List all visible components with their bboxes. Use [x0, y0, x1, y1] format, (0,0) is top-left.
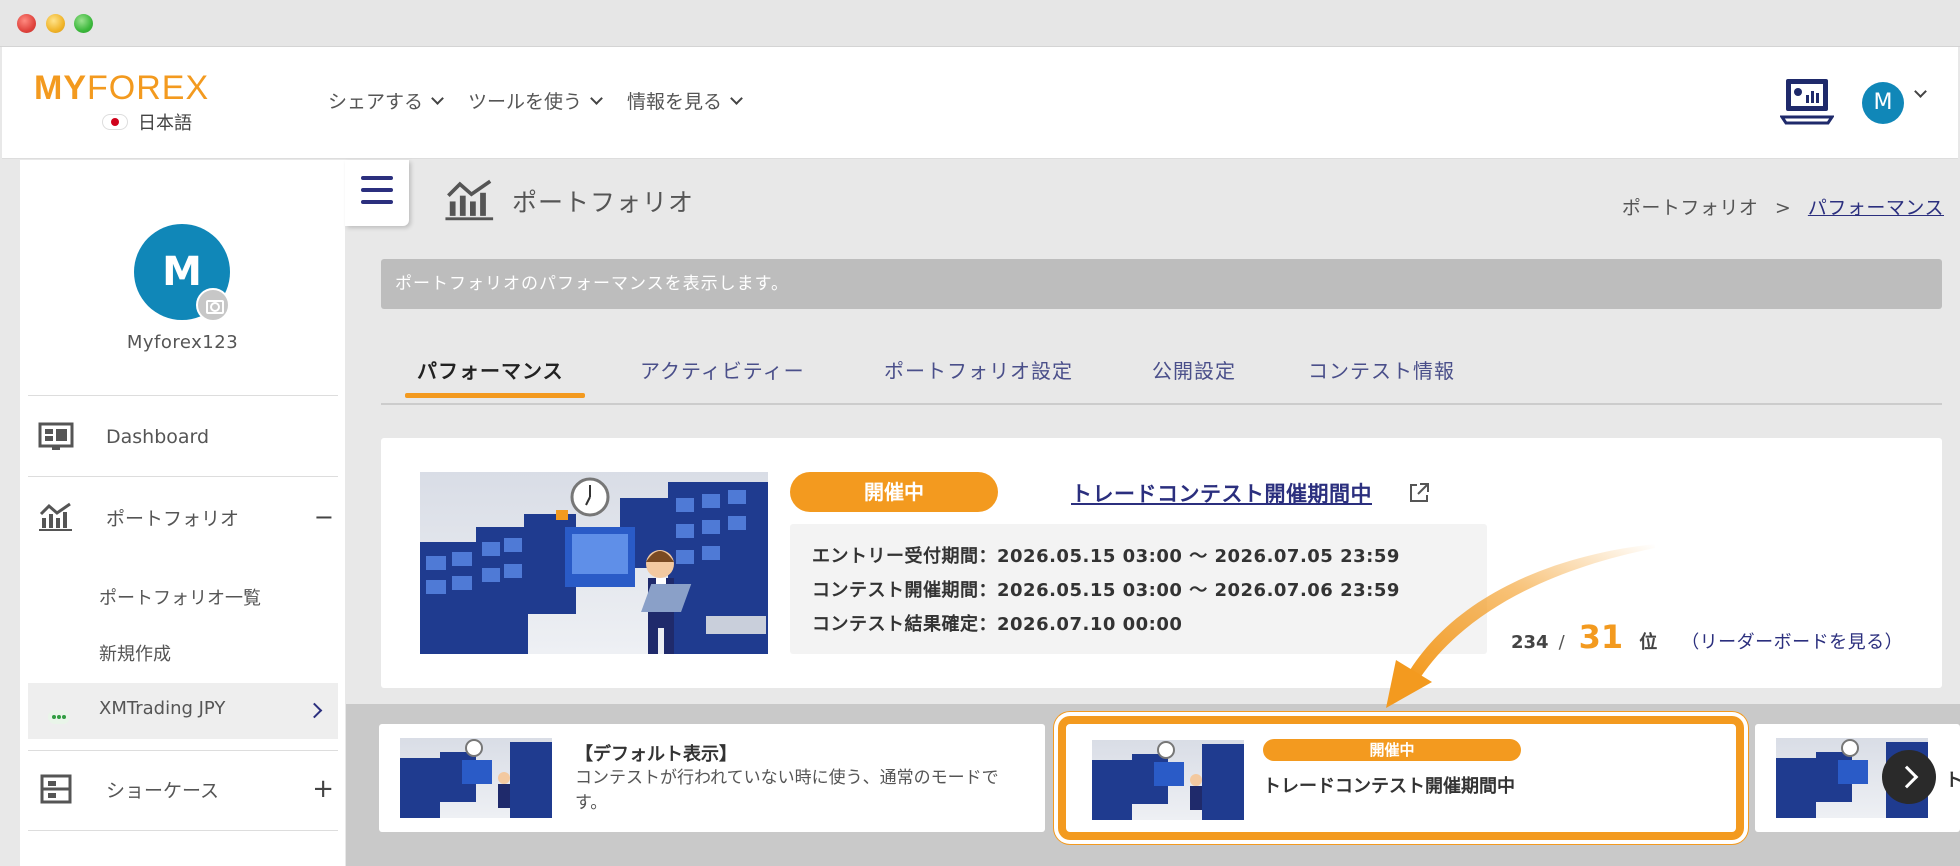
info-bar: ポートフォリオのパフォーマンスを表示します。 — [381, 259, 1942, 309]
entry-period: エントリー受付期間：2026.05.15 03:00 〜 2026.07.05 … — [812, 546, 1400, 567]
tab-bar: パフォーマンス アクティビティー ポートフォリオ設定 公開設定 コンテスト情報 — [381, 355, 1942, 405]
breadcrumb-separator: > — [1774, 197, 1792, 219]
portfolio-chart-icon — [39, 502, 72, 531]
mode-card-default[interactable]: 【デフォルト表示】 コンテストが行われていない時に使う、通常のモードです。 — [379, 724, 1045, 832]
contest-illustration — [420, 472, 768, 654]
divider — [28, 750, 338, 751]
sidebar-item-dashboard[interactable]: Dashboard — [28, 422, 338, 452]
tab-activity[interactable]: アクティビティー — [640, 355, 805, 384]
hamburger-menu-button[interactable] — [345, 160, 409, 226]
leaderboard-link[interactable]: （リーダーボードを見る） — [1681, 628, 1903, 654]
contest-title-link[interactable]: トレードコンテスト開催期間中 — [1071, 478, 1372, 508]
sidebar-item-portfolio[interactable]: ポートフォリオ − — [28, 502, 338, 532]
main-menu: シェアする ツールを使う 情報を見る — [328, 87, 743, 114]
expand-toggle[interactable]: + — [312, 774, 334, 804]
mode-title: ト — [1945, 770, 1960, 791]
camera-icon[interactable] — [196, 288, 230, 322]
minimize-window-button[interactable] — [46, 14, 65, 33]
status-dots-icon — [48, 710, 70, 724]
page-title: ポートフォリオ — [512, 188, 695, 217]
mode-title: 【デフォルト表示】 — [575, 744, 737, 765]
chevron-down-icon — [431, 91, 444, 105]
menu-share[interactable]: シェアする — [328, 87, 444, 114]
user-avatar[interactable]: M — [1862, 82, 1904, 124]
language-selector[interactable]: 日本語 — [102, 109, 192, 135]
divider — [28, 476, 338, 477]
sidebar-subitem-portfolio-list[interactable]: ポートフォリオ一覧 — [99, 584, 261, 610]
breadcrumb-current[interactable]: パフォーマンス — [1808, 197, 1944, 219]
menu-tools[interactable]: ツールを使う — [468, 87, 603, 114]
mode-thumbnail — [1092, 740, 1244, 820]
result-date: コンテスト結果確定：2026.07.10 00:00 — [812, 614, 1183, 635]
language-label: 日本語 — [138, 113, 192, 134]
contest-period: コンテスト開催期間：2026.05.15 03:00 〜 2026.07.06 … — [812, 580, 1400, 601]
mode-title: トレードコンテスト開催期間中 — [1263, 776, 1515, 797]
tab-performance[interactable]: パフォーマンス — [417, 355, 564, 384]
menu-info[interactable]: 情報を見る — [627, 87, 743, 114]
mode-thumbnail — [400, 738, 552, 818]
sidebar-subitem-xmtrading[interactable]: XMTrading JPY — [99, 698, 225, 719]
chevron-down-icon — [730, 91, 743, 105]
mode-card-contest-selected[interactable]: 開催中 トレードコンテスト開催期間中 — [1058, 716, 1744, 840]
top-navigation: MYFOREX 日本語 シェアする ツールを使う 情報を見る M — [2, 47, 1958, 159]
myforex-logo[interactable]: MYFOREX — [34, 69, 209, 108]
desktop-laptop-icon[interactable] — [1780, 77, 1834, 125]
sidebar-subitem-new[interactable]: 新規作成 — [99, 640, 171, 666]
sidebar: M Myforex123 Dashboard ポートフォリオ − ポートフォリオ… — [20, 160, 345, 866]
portfolio-chart-icon — [445, 179, 494, 221]
chevron-down-icon — [590, 91, 603, 105]
divider — [28, 395, 338, 396]
japan-flag-icon — [102, 114, 128, 130]
dashboard-icon — [38, 422, 74, 450]
status-badge-ongoing: 開催中 — [1263, 739, 1521, 761]
annotation-arrow-icon — [1386, 544, 1655, 708]
chevron-down-icon[interactable] — [1914, 85, 1927, 98]
breadcrumb: ポートフォリオ > パフォーマンス — [1622, 193, 1944, 220]
carousel-next-button[interactable] — [1882, 750, 1936, 804]
breadcrumb-root[interactable]: ポートフォリオ — [1622, 197, 1759, 219]
close-window-button[interactable] — [17, 14, 36, 33]
contest-card: 開催中 トレードコンテスト開催期間中 エントリー受付期間：2026.05.15 … — [381, 438, 1942, 688]
collapse-toggle[interactable]: − — [314, 503, 334, 531]
divider — [28, 830, 338, 831]
maximize-window-button[interactable] — [74, 14, 93, 33]
tab-contest-info[interactable]: コンテスト情報 — [1308, 355, 1455, 384]
window-titlebar — [0, 0, 1960, 47]
mode-description: コンテストが行われていない時に使う、通常のモードです。 — [575, 768, 999, 813]
sidebar-item-showcase[interactable]: ショーケース + — [28, 774, 338, 804]
status-badge-ongoing: 開催中 — [790, 472, 998, 512]
external-link-icon[interactable] — [1407, 481, 1431, 505]
username: Myforex123 — [126, 332, 239, 353]
active-tab-indicator — [405, 393, 585, 398]
tab-public-settings[interactable]: 公開設定 — [1152, 355, 1236, 384]
showcase-icon — [40, 774, 72, 804]
tab-portfolio-settings[interactable]: ポートフォリオ設定 — [884, 355, 1073, 384]
